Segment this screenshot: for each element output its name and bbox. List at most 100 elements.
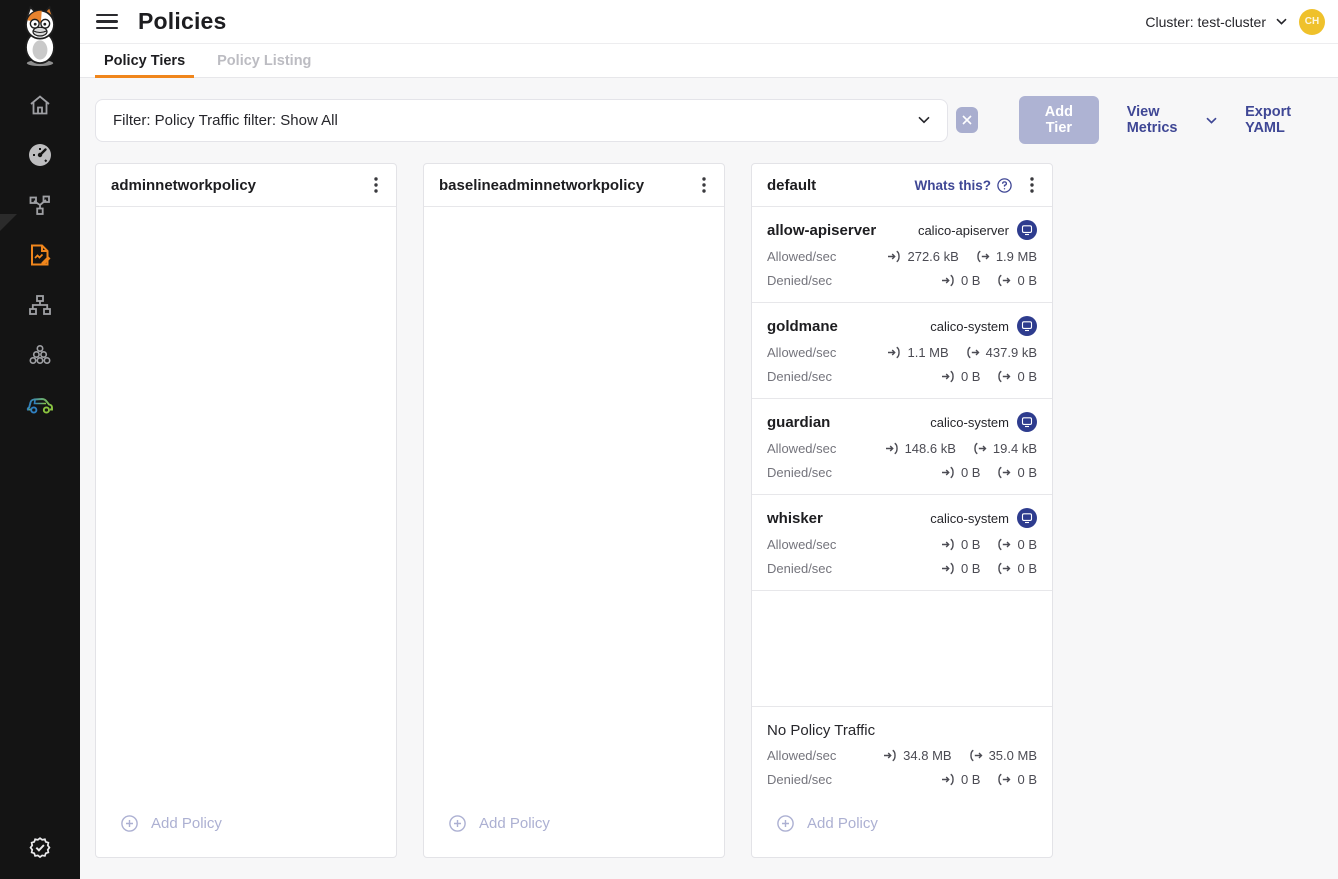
view-metrics-label: View Metrics bbox=[1127, 104, 1198, 136]
policy-namespace: calico-system bbox=[930, 415, 1009, 430]
sidebar-item-dashboard[interactable] bbox=[27, 142, 53, 168]
allowed-label: Allowed/sec bbox=[767, 441, 836, 456]
allowed-label: Allowed/sec bbox=[767, 748, 836, 763]
egress-arrow-icon bbox=[997, 370, 1011, 383]
no-policy-traffic-card: No Policy Traffic Allowed/sec 34.8 MB 35… bbox=[752, 706, 1052, 795]
egress-arrow-icon bbox=[973, 442, 987, 455]
egress-arrow-icon bbox=[997, 562, 1011, 575]
add-policy-button[interactable]: Add Policy bbox=[752, 801, 1052, 845]
tier-column-default: default Whats this? allow-apise bbox=[751, 163, 1053, 858]
whats-this-link[interactable]: Whats this? bbox=[915, 178, 1013, 193]
sidebar-item-policies[interactable] bbox=[27, 242, 53, 268]
export-yaml-link[interactable]: Export YAML bbox=[1245, 104, 1321, 136]
kebab-menu-icon[interactable] bbox=[693, 173, 715, 197]
egress-arrow-icon bbox=[997, 538, 1011, 551]
allowed-label: Allowed/sec bbox=[767, 249, 836, 264]
main-area: Policies Cluster: test-cluster CH Policy… bbox=[80, 0, 1338, 879]
allowed-out-value: 1.9 MB bbox=[996, 249, 1037, 264]
policy-namespace: calico-apiserver bbox=[918, 223, 1009, 238]
add-policy-label: Add Policy bbox=[807, 815, 878, 832]
sidebar-item-network[interactable] bbox=[27, 292, 53, 318]
tier-title: default bbox=[767, 177, 816, 194]
hamburger-menu-icon[interactable] bbox=[96, 11, 118, 33]
chevron-down-icon bbox=[918, 116, 930, 124]
sidebar-item-car[interactable] bbox=[27, 392, 53, 418]
cluster-label: Cluster: test-cluster bbox=[1145, 14, 1266, 30]
kebab-menu-icon[interactable] bbox=[1021, 173, 1043, 197]
allowed-in-value: 148.6 kB bbox=[905, 441, 956, 456]
allowed-label: Allowed/sec bbox=[767, 537, 836, 552]
page-title: Policies bbox=[138, 8, 227, 35]
network-tree-icon bbox=[28, 293, 52, 317]
plus-circle-icon bbox=[449, 815, 466, 832]
egress-arrow-icon bbox=[997, 773, 1011, 786]
tier-column-adminnetworkpolicy: adminnetworkpolicy Add Policy bbox=[95, 163, 397, 858]
namespace-badge-icon bbox=[1017, 220, 1037, 240]
chevron-down-icon bbox=[1276, 18, 1287, 25]
denied-in-value: 0 B bbox=[961, 772, 981, 787]
add-policy-button[interactable]: Add Policy bbox=[96, 801, 396, 845]
tier-title: baselineadminnetworkpolicy bbox=[439, 177, 644, 194]
tab-policy-tiers[interactable]: Policy Tiers bbox=[95, 44, 194, 77]
ingress-arrow-icon bbox=[883, 749, 897, 762]
avatar[interactable]: CH bbox=[1299, 9, 1325, 35]
ingress-arrow-icon bbox=[941, 538, 955, 551]
policy-traffic-filter-select[interactable]: Filter: Policy Traffic filter: Show All bbox=[95, 99, 948, 142]
edit-document-icon bbox=[27, 242, 53, 268]
sidebar-item-compliance[interactable] bbox=[27, 836, 53, 862]
no-policy-traffic-title: No Policy Traffic bbox=[767, 722, 875, 739]
sidebar-item-clusters[interactable] bbox=[27, 342, 53, 368]
policy-name: whisker bbox=[767, 510, 823, 527]
allowed-out-value: 0 B bbox=[1017, 537, 1037, 552]
denied-out-value: 0 B bbox=[1017, 772, 1037, 787]
ingress-arrow-icon bbox=[887, 250, 901, 263]
cluster-selector[interactable]: Cluster: test-cluster bbox=[1145, 14, 1287, 30]
policy-card-whisker[interactable]: whisker calico-system Allowed/sec 0 B 0 … bbox=[752, 495, 1052, 591]
add-policy-label: Add Policy bbox=[151, 815, 222, 832]
ingress-arrow-icon bbox=[941, 274, 955, 287]
allowed-label: Allowed/sec bbox=[767, 345, 836, 360]
allowed-out-value: 19.4 kB bbox=[993, 441, 1037, 456]
add-policy-button[interactable]: Add Policy bbox=[424, 801, 724, 845]
help-circle-icon bbox=[997, 178, 1012, 193]
egress-arrow-icon bbox=[976, 250, 990, 263]
clear-filter-button[interactable] bbox=[956, 107, 978, 133]
denied-in-value: 0 B bbox=[961, 273, 981, 288]
denied-label: Denied/sec bbox=[767, 465, 832, 480]
namespace-badge-icon bbox=[1017, 316, 1037, 336]
denied-label: Denied/sec bbox=[767, 273, 832, 288]
ingress-arrow-icon bbox=[887, 346, 901, 359]
policy-name: goldmane bbox=[767, 318, 838, 335]
kebab-menu-icon[interactable] bbox=[365, 173, 387, 197]
sidebar-item-service-graph[interactable] bbox=[27, 192, 53, 218]
allowed-in-value: 34.8 MB bbox=[903, 748, 951, 763]
plus-circle-icon bbox=[777, 815, 794, 832]
denied-in-value: 0 B bbox=[961, 561, 981, 576]
policy-card-guardian[interactable]: guardian calico-system Allowed/sec 148.6… bbox=[752, 399, 1052, 495]
policy-namespace: calico-system bbox=[930, 511, 1009, 526]
denied-out-value: 0 B bbox=[1017, 465, 1037, 480]
view-metrics-dropdown[interactable]: View Metrics bbox=[1127, 104, 1217, 136]
whats-this-label: Whats this? bbox=[915, 178, 992, 193]
ingress-arrow-icon bbox=[941, 562, 955, 575]
namespace-badge-icon bbox=[1017, 412, 1037, 432]
toolbar: Filter: Policy Traffic filter: Show All … bbox=[80, 78, 1338, 144]
ingress-arrow-icon bbox=[941, 773, 955, 786]
denied-in-value: 0 B bbox=[961, 465, 981, 480]
add-tier-button[interactable]: Add Tier bbox=[1019, 96, 1099, 144]
policy-card-goldmane[interactable]: goldmane calico-system Allowed/sec 1.1 M… bbox=[752, 303, 1052, 399]
policy-name: guardian bbox=[767, 414, 830, 431]
denied-out-value: 0 B bbox=[1017, 273, 1037, 288]
gauge-icon bbox=[27, 142, 53, 168]
egress-arrow-icon bbox=[997, 274, 1011, 287]
tab-bar: Policy Tiers Policy Listing bbox=[80, 44, 1338, 78]
sidebar-item-home[interactable] bbox=[27, 92, 53, 118]
filter-value: Filter: Policy Traffic filter: Show All bbox=[113, 112, 338, 129]
add-policy-label: Add Policy bbox=[479, 815, 550, 832]
tab-policy-listing[interactable]: Policy Listing bbox=[208, 44, 320, 77]
allowed-out-value: 35.0 MB bbox=[989, 748, 1037, 763]
policy-name: allow-apiserver bbox=[767, 222, 876, 239]
calico-cat-logo[interactable] bbox=[12, 5, 68, 72]
tier-board: adminnetworkpolicy Add Policy baselinead… bbox=[80, 144, 1338, 879]
policy-card-allow-apiserver[interactable]: allow-apiserver calico-apiserver Allowed… bbox=[752, 207, 1052, 303]
